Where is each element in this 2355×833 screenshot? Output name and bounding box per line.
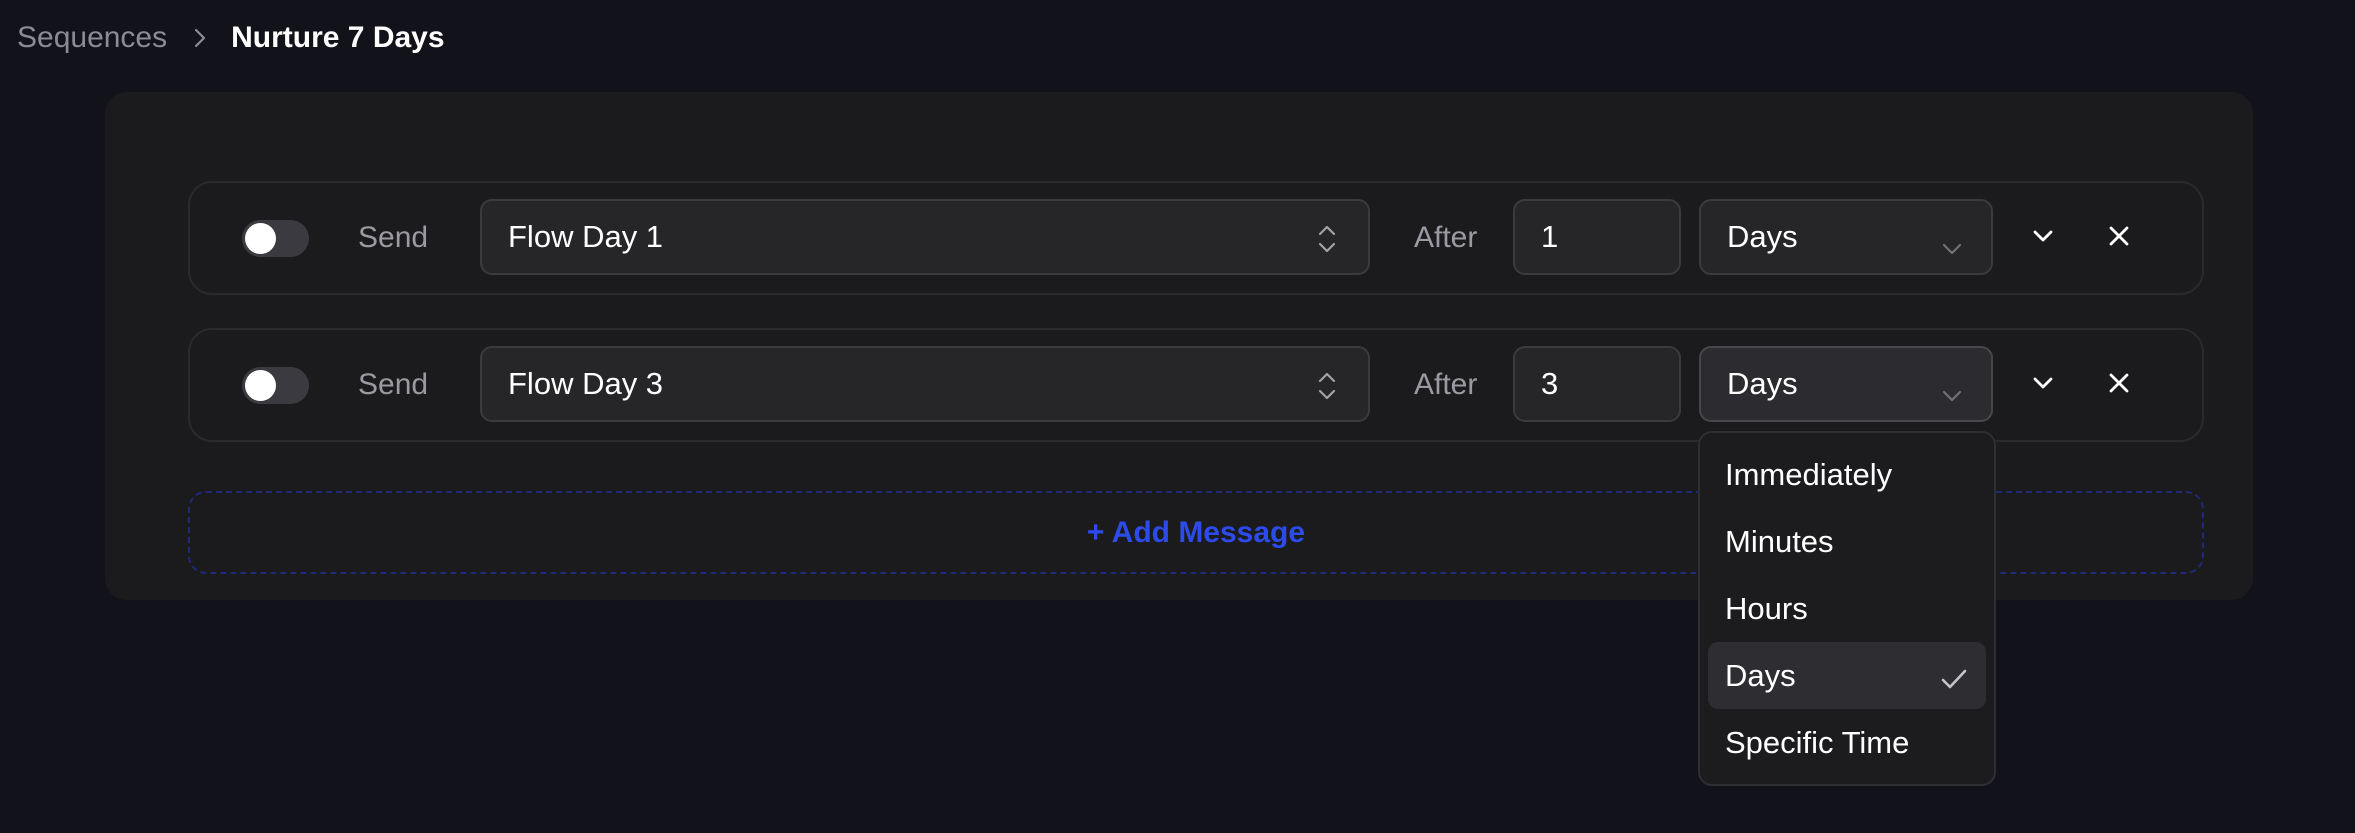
chevron-down-icon [2031,375,2055,396]
dropdown-option-label: Days [1725,657,1796,693]
message-select[interactable]: Flow Day 3 [480,346,1370,422]
remove-step-button[interactable] [2100,366,2138,404]
after-label: After [1414,368,1478,401]
dropdown-option-minutes[interactable]: Minutes [1708,508,1986,575]
delay-unit-value: Days [1727,366,1798,401]
message-select-value: Flow Day 3 [508,366,664,401]
sequence-step-row: Send Flow Day 3 After 3 Days [188,328,2204,442]
breadcrumb: Sequences Nurture 7 Days [17,18,445,58]
delay-value: 1 [1541,219,1559,254]
toggle-knob [245,223,276,254]
dropdown-option-days[interactable]: Days [1708,642,1986,709]
delay-unit-value: Days [1727,219,1798,254]
breadcrumb-sequences-link[interactable]: Sequences [17,21,167,55]
dropdown-option-immediately[interactable]: Immediately [1708,441,1986,508]
send-label: Send [358,368,429,401]
delay-unit-select[interactable]: Days [1699,346,1993,422]
message-select-value: Flow Day 1 [508,219,664,254]
delay-unit-select[interactable]: Days [1699,199,1993,275]
chevron-right-icon [193,27,207,49]
dropdown-option-specific-time[interactable]: Specific Time [1708,709,1986,776]
delay-value-input[interactable]: 1 [1513,199,1681,275]
message-select[interactable]: Flow Day 1 [480,199,1370,275]
sequence-step-row: Send Flow Day 1 After 1 Days [188,181,2204,295]
toggle-knob [245,370,276,401]
delay-value: 3 [1541,366,1559,401]
dropdown-option-hours[interactable]: Hours [1708,575,1986,642]
chevron-down-icon [2031,228,2055,249]
close-icon [2107,371,2131,400]
expand-step-button[interactable] [2024,366,2062,404]
chevron-down-icon [1941,375,1963,411]
chevron-down-icon [1941,228,1963,264]
delay-unit-dropdown: Immediately Minutes Hours Days Specific … [1698,431,1996,786]
step-enable-toggle[interactable] [242,367,309,404]
check-icon [1940,663,1968,699]
send-label: Send [358,221,429,254]
page-title: Nurture 7 Days [231,21,445,54]
after-label: After [1414,221,1478,254]
delay-value-input[interactable]: 3 [1513,346,1681,422]
chevron-up-down-icon [1316,223,1338,263]
step-enable-toggle[interactable] [242,220,309,257]
remove-step-button[interactable] [2100,219,2138,257]
expand-step-button[interactable] [2024,219,2062,257]
chevron-up-down-icon [1316,370,1338,410]
close-icon [2107,224,2131,253]
